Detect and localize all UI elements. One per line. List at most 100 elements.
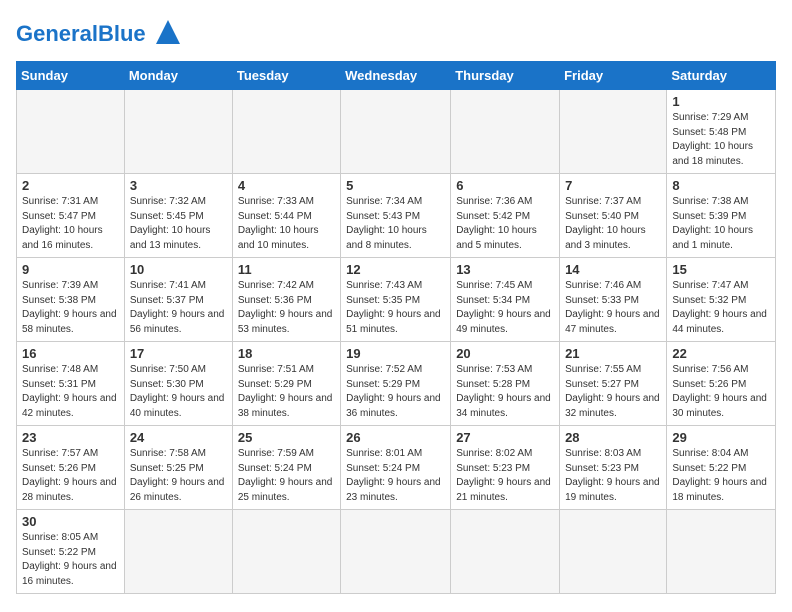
day-number: 7 bbox=[565, 178, 661, 193]
day-number: 16 bbox=[22, 346, 119, 361]
day-info: Sunrise: 7:59 AM Sunset: 5:24 PM Dayligh… bbox=[238, 447, 335, 505]
calendar-table: SundayMondayTuesdayWednesdayThursdayFrid… bbox=[16, 61, 776, 594]
day-info: Sunrise: 7:58 AM Sunset: 5:25 PM Dayligh… bbox=[130, 447, 227, 505]
col-header-tuesday: Tuesday bbox=[232, 62, 340, 90]
day-info: Sunrise: 7:31 AM Sunset: 5:47 PM Dayligh… bbox=[22, 195, 119, 253]
day-info: Sunrise: 7:39 AM Sunset: 5:38 PM Dayligh… bbox=[22, 279, 119, 337]
logo-text: GeneralBlue bbox=[16, 23, 146, 45]
calendar-cell: 1 Sunrise: 7:29 AM Sunset: 5:48 PM Daylig… bbox=[667, 90, 776, 174]
calendar-cell: 4 Sunrise: 7:33 AM Sunset: 5:44 PM Daylig… bbox=[232, 174, 340, 258]
day-info: Sunrise: 7:43 AM Sunset: 5:35 PM Dayligh… bbox=[346, 279, 445, 337]
day-number: 26 bbox=[346, 430, 445, 445]
day-number: 10 bbox=[130, 262, 227, 277]
calendar-cell: 24 Sunrise: 7:58 AM Sunset: 5:25 PM Dayli… bbox=[124, 426, 232, 510]
logo: GeneralBlue bbox=[16, 16, 182, 51]
calendar-cell: 15Sunrise: 7:47 AM Sunset: 5:32 PM Dayli… bbox=[667, 258, 776, 342]
calendar-week-row: 23 Sunrise: 7:57 AM Sunset: 5:26 PM Dayli… bbox=[17, 426, 776, 510]
col-header-friday: Friday bbox=[560, 62, 667, 90]
calendar-cell: 23 Sunrise: 7:57 AM Sunset: 5:26 PM Dayli… bbox=[17, 426, 125, 510]
day-info: Sunrise: 7:53 AM Sunset: 5:28 PM Dayligh… bbox=[456, 363, 554, 421]
calendar-cell bbox=[124, 90, 232, 174]
calendar-cell: 26 Sunrise: 8:01 AM Sunset: 5:24 PM Dayli… bbox=[341, 426, 451, 510]
calendar-cell: 30 Sunrise: 8:05 AM Sunset: 5:22 PM Dayli… bbox=[17, 510, 125, 594]
day-number: 29 bbox=[672, 430, 770, 445]
day-info: Sunrise: 7:45 AM Sunset: 5:34 PM Dayligh… bbox=[456, 279, 554, 337]
calendar-week-row: 1 Sunrise: 7:29 AM Sunset: 5:48 PM Daylig… bbox=[17, 90, 776, 174]
day-number: 1 bbox=[672, 94, 770, 109]
day-number: 6 bbox=[456, 178, 554, 193]
day-info: Sunrise: 7:33 AM Sunset: 5:44 PM Dayligh… bbox=[238, 195, 335, 253]
calendar-cell: 3 Sunrise: 7:32 AM Sunset: 5:45 PM Daylig… bbox=[124, 174, 232, 258]
calendar-cell: 18 Sunrise: 7:51 AM Sunset: 5:29 PM Dayli… bbox=[232, 342, 340, 426]
day-info: Sunrise: 7:57 AM Sunset: 5:26 PM Dayligh… bbox=[22, 447, 119, 505]
calendar-cell: 21Sunrise: 7:55 AM Sunset: 5:27 PM Dayli… bbox=[560, 342, 667, 426]
day-number: 12 bbox=[346, 262, 445, 277]
day-info: Sunrise: 7:42 AM Sunset: 5:36 PM Dayligh… bbox=[238, 279, 335, 337]
calendar-cell bbox=[451, 90, 560, 174]
calendar-cell: 25 Sunrise: 7:59 AM Sunset: 5:24 PM Dayli… bbox=[232, 426, 340, 510]
calendar-cell bbox=[451, 510, 560, 594]
day-info: Sunrise: 7:41 AM Sunset: 5:37 PM Dayligh… bbox=[130, 279, 227, 337]
calendar-cell: 14 Sunrise: 7:46 AM Sunset: 5:33 PM Dayli… bbox=[560, 258, 667, 342]
day-number: 5 bbox=[346, 178, 445, 193]
calendar-cell: 12 Sunrise: 7:43 AM Sunset: 5:35 PM Dayli… bbox=[341, 258, 451, 342]
calendar-cell: 27 Sunrise: 8:02 AM Sunset: 5:23 PM Dayli… bbox=[451, 426, 560, 510]
day-info: Sunrise: 7:55 AM Sunset: 5:27 PM Dayligh… bbox=[565, 363, 661, 421]
day-number: 18 bbox=[238, 346, 335, 361]
day-info: Sunrise: 7:47 AM Sunset: 5:32 PM Dayligh… bbox=[672, 279, 770, 337]
col-header-thursday: Thursday bbox=[451, 62, 560, 90]
calendar-cell: 22Sunrise: 7:56 AM Sunset: 5:26 PM Dayli… bbox=[667, 342, 776, 426]
day-info: Sunrise: 7:51 AM Sunset: 5:29 PM Dayligh… bbox=[238, 363, 335, 421]
calendar-cell: 2 Sunrise: 7:31 AM Sunset: 5:47 PM Daylig… bbox=[17, 174, 125, 258]
calendar-cell bbox=[232, 510, 340, 594]
day-number: 3 bbox=[130, 178, 227, 193]
day-number: 23 bbox=[22, 430, 119, 445]
calendar-cell bbox=[341, 90, 451, 174]
calendar-cell: 10 Sunrise: 7:41 AM Sunset: 5:37 PM Dayli… bbox=[124, 258, 232, 342]
logo-general: General bbox=[16, 21, 98, 46]
logo-blue: Blue bbox=[98, 21, 146, 46]
col-header-wednesday: Wednesday bbox=[341, 62, 451, 90]
day-number: 4 bbox=[238, 178, 335, 193]
day-info: Sunrise: 8:01 AM Sunset: 5:24 PM Dayligh… bbox=[346, 447, 445, 505]
day-number: 24 bbox=[130, 430, 227, 445]
day-number: 14 bbox=[565, 262, 661, 277]
page-header: GeneralBlue bbox=[16, 16, 776, 51]
calendar-cell: 11 Sunrise: 7:42 AM Sunset: 5:36 PM Dayli… bbox=[232, 258, 340, 342]
day-number: 27 bbox=[456, 430, 554, 445]
day-info: Sunrise: 7:34 AM Sunset: 5:43 PM Dayligh… bbox=[346, 195, 445, 253]
day-number: 25 bbox=[238, 430, 335, 445]
calendar-cell bbox=[560, 510, 667, 594]
day-info: Sunrise: 7:29 AM Sunset: 5:48 PM Dayligh… bbox=[672, 111, 770, 169]
day-info: Sunrise: 7:50 AM Sunset: 5:30 PM Dayligh… bbox=[130, 363, 227, 421]
day-number: 19 bbox=[346, 346, 445, 361]
calendar-cell: 17Sunrise: 7:50 AM Sunset: 5:30 PM Dayli… bbox=[124, 342, 232, 426]
calendar-week-row: 9Sunrise: 7:39 AM Sunset: 5:38 PM Daylig… bbox=[17, 258, 776, 342]
col-header-monday: Monday bbox=[124, 62, 232, 90]
calendar-cell: 29 Sunrise: 8:04 AM Sunset: 5:22 PM Dayli… bbox=[667, 426, 776, 510]
calendar-cell bbox=[232, 90, 340, 174]
calendar-cell bbox=[17, 90, 125, 174]
day-info: Sunrise: 7:46 AM Sunset: 5:33 PM Dayligh… bbox=[565, 279, 661, 337]
calendar-cell: 6Sunrise: 7:36 AM Sunset: 5:42 PM Daylig… bbox=[451, 174, 560, 258]
day-info: Sunrise: 7:52 AM Sunset: 5:29 PM Dayligh… bbox=[346, 363, 445, 421]
day-number: 20 bbox=[456, 346, 554, 361]
calendar-cell: 28Sunrise: 8:03 AM Sunset: 5:23 PM Dayli… bbox=[560, 426, 667, 510]
calendar-cell bbox=[667, 510, 776, 594]
day-number: 30 bbox=[22, 514, 119, 529]
day-info: Sunrise: 7:32 AM Sunset: 5:45 PM Dayligh… bbox=[130, 195, 227, 253]
day-number: 2 bbox=[22, 178, 119, 193]
day-info: Sunrise: 7:48 AM Sunset: 5:31 PM Dayligh… bbox=[22, 363, 119, 421]
day-info: Sunrise: 7:37 AM Sunset: 5:40 PM Dayligh… bbox=[565, 195, 661, 253]
day-info: Sunrise: 8:04 AM Sunset: 5:22 PM Dayligh… bbox=[672, 447, 770, 505]
day-number: 28 bbox=[565, 430, 661, 445]
calendar-week-row: 30 Sunrise: 8:05 AM Sunset: 5:22 PM Dayli… bbox=[17, 510, 776, 594]
day-info: Sunrise: 7:56 AM Sunset: 5:26 PM Dayligh… bbox=[672, 363, 770, 421]
calendar-cell: 19 Sunrise: 7:52 AM Sunset: 5:29 PM Dayli… bbox=[341, 342, 451, 426]
day-info: Sunrise: 8:05 AM Sunset: 5:22 PM Dayligh… bbox=[22, 531, 119, 589]
calendar-cell: 5 Sunrise: 7:34 AM Sunset: 5:43 PM Daylig… bbox=[341, 174, 451, 258]
logo-icon bbox=[154, 18, 182, 46]
day-info: Sunrise: 8:02 AM Sunset: 5:23 PM Dayligh… bbox=[456, 447, 554, 505]
calendar-cell: 7 Sunrise: 7:37 AM Sunset: 5:40 PM Daylig… bbox=[560, 174, 667, 258]
day-number: 11 bbox=[238, 262, 335, 277]
